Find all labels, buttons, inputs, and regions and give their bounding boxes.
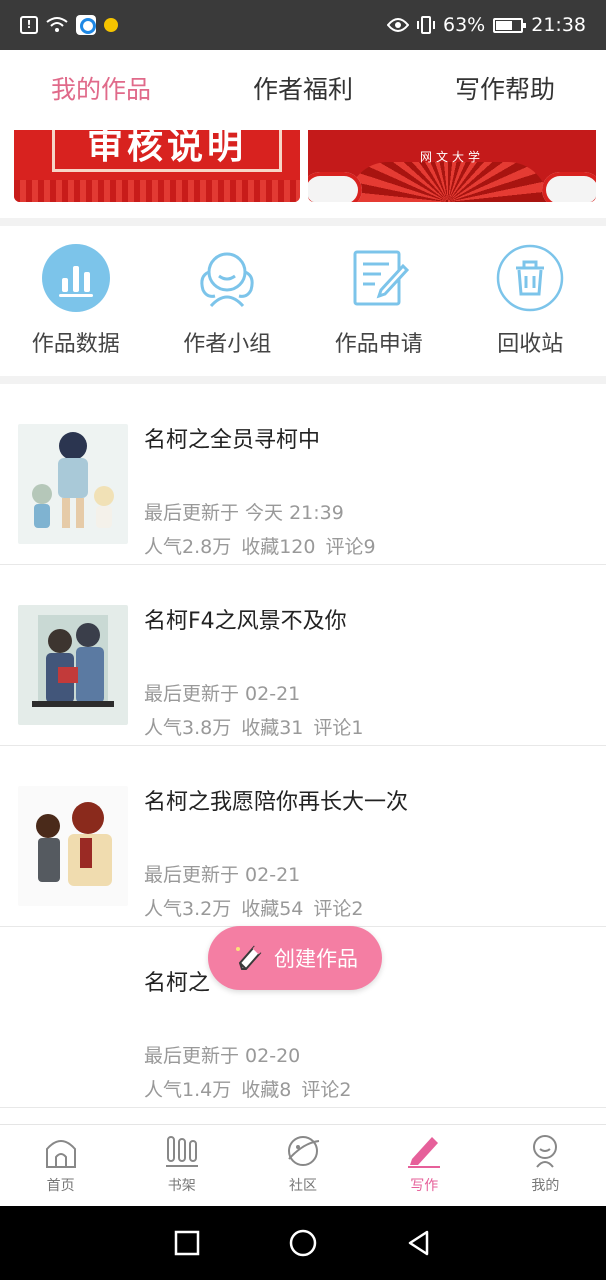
work-comments: 评论9 bbox=[325, 536, 376, 558]
work-popularity: 人气1.4万 bbox=[144, 1079, 232, 1101]
work-item[interactable]: 名柯F4之风景不及你 最后更新于 02-21 人气3.8万 收藏31 评论1 bbox=[0, 565, 606, 746]
bottom-nav: 首页 书架 社区 写作 我的 bbox=[0, 1124, 606, 1206]
work-stats: 人气3.8万 收藏31 评论1 bbox=[144, 713, 374, 740]
top-tabs: 我的作品 作者福利 写作帮助 bbox=[0, 50, 606, 130]
nav-label: 书架 bbox=[167, 1178, 196, 1194]
pen-icon bbox=[408, 1137, 441, 1168]
cloud-decoration bbox=[308, 172, 362, 202]
work-comments: 评论1 bbox=[313, 717, 364, 739]
system-navigation-bar bbox=[0, 1206, 606, 1280]
work-cover-image bbox=[18, 786, 128, 906]
nav-bookshelf[interactable]: 书架 bbox=[121, 1125, 242, 1206]
work-title: 名柯之全员寻柯中 bbox=[144, 428, 321, 453]
work-favorites: 收藏120 bbox=[241, 536, 316, 558]
work-updated: 最后更新于 今天 21:39 bbox=[144, 502, 344, 524]
edit-form-icon bbox=[353, 250, 409, 306]
works-list: 名柯之全员寻柯中 最后更新于 今天 21:39 人气2.8万 收藏120 评论9 名… bbox=[0, 384, 606, 1108]
work-updated: 最后更新于 02-21 bbox=[144, 683, 301, 705]
work-cover-image bbox=[18, 424, 128, 544]
work-stats: 人气1.4万 收藏8 评论2 bbox=[144, 1075, 361, 1102]
nav-writing[interactable]: 写作 bbox=[364, 1125, 485, 1206]
quick-action-label: 作品申请 bbox=[334, 332, 423, 357]
recents-button-icon[interactable] bbox=[173, 1229, 201, 1257]
create-work-label: 创建作品 bbox=[274, 947, 358, 971]
quick-action-label: 回收站 bbox=[497, 332, 564, 357]
banner-fan-decoration bbox=[348, 162, 548, 202]
work-popularity: 人气2.8万 bbox=[144, 536, 232, 558]
work-comments: 评论2 bbox=[301, 1079, 352, 1101]
work-item[interactable]: 名柯之我愿陪你再长大一次 最后更新于 02-21 人气3.2万 收藏54 评论2 bbox=[0, 746, 606, 927]
banner-review-notice[interactable]: 审核说明 bbox=[14, 130, 300, 202]
battery-percent: 63% bbox=[443, 14, 486, 36]
back-button-icon[interactable] bbox=[405, 1229, 433, 1257]
home-button-icon[interactable] bbox=[288, 1228, 318, 1258]
group-icon bbox=[200, 252, 254, 308]
home-icon bbox=[45, 1140, 76, 1168]
nav-label: 我的 bbox=[531, 1178, 560, 1194]
nav-profile[interactable]: 我的 bbox=[485, 1125, 606, 1206]
work-popularity: 人气3.8万 bbox=[144, 717, 232, 739]
quick-action-group[interactable]: 作者小组 bbox=[152, 226, 304, 376]
work-favorites: 收藏31 bbox=[241, 717, 304, 739]
quick-action-label: 作品数据 bbox=[31, 332, 120, 357]
work-title: 名柯之 bbox=[144, 971, 211, 996]
tab-writing-help[interactable]: 写作帮助 bbox=[404, 50, 606, 130]
work-cover-image bbox=[18, 605, 128, 725]
nav-label: 首页 bbox=[46, 1178, 75, 1194]
app-notification-icon bbox=[76, 15, 96, 35]
work-comments: 评论2 bbox=[313, 898, 364, 920]
work-favorites: 收藏54 bbox=[241, 898, 304, 920]
banner-title: 审核说明 bbox=[52, 130, 282, 172]
work-updated: 最后更新于 02-21 bbox=[144, 864, 301, 886]
divider bbox=[0, 218, 606, 226]
quick-action-recycle-bin[interactable]: 回收站 bbox=[455, 226, 606, 376]
cloud-decoration bbox=[542, 172, 596, 202]
bookshelf-icon bbox=[165, 1136, 198, 1167]
wifi-icon bbox=[46, 17, 68, 32]
quick-action-label: 作者小组 bbox=[183, 332, 272, 357]
tab-my-works[interactable]: 我的作品 bbox=[0, 50, 202, 130]
work-title: 名柯F4之风景不及你 bbox=[144, 609, 347, 634]
banner-stripes bbox=[14, 180, 300, 202]
work-popularity: 人气3.2万 bbox=[144, 898, 232, 920]
create-work-button[interactable]: 创建作品 bbox=[208, 926, 382, 990]
quick-actions: 作品数据 作者小组 作品申请 回收站 bbox=[0, 226, 606, 376]
nav-label: 社区 bbox=[289, 1178, 317, 1194]
profile-icon bbox=[533, 1135, 558, 1168]
planet-icon bbox=[288, 1136, 320, 1166]
battery-icon bbox=[493, 17, 527, 33]
work-item[interactable]: 名柯之全员寻柯中 最后更新于 今天 21:39 人气2.8万 收藏120 评论9 bbox=[0, 384, 606, 565]
alert-icon: ! bbox=[20, 16, 38, 34]
work-title: 名柯之我愿陪你再长大一次 bbox=[144, 790, 409, 815]
eye-icon bbox=[387, 18, 409, 32]
work-stats: 人气2.8万 收藏120 评论9 bbox=[144, 532, 386, 559]
clock: 21:38 bbox=[531, 14, 586, 36]
badge-icon bbox=[104, 18, 118, 32]
nav-community[interactable]: 社区 bbox=[242, 1125, 363, 1206]
banner-subtitle: 网文大学 bbox=[419, 150, 484, 164]
quick-action-apply[interactable]: 作品申请 bbox=[303, 226, 455, 376]
status-bar: ! 63% 21:38 bbox=[0, 0, 606, 50]
divider bbox=[0, 376, 606, 384]
work-favorites: 收藏8 bbox=[241, 1079, 292, 1101]
nav-home[interactable]: 首页 bbox=[0, 1125, 121, 1206]
banner-carousel[interactable]: 审核说明 网文大学 bbox=[0, 130, 606, 218]
chart-icon bbox=[41, 244, 110, 312]
trash-icon bbox=[497, 244, 564, 312]
vibrate-icon bbox=[417, 16, 435, 34]
nav-label: 写作 bbox=[410, 1178, 439, 1194]
banner-web-novel-university[interactable]: 网文大学 bbox=[308, 130, 596, 202]
tab-author-benefits[interactable]: 作者福利 bbox=[202, 50, 404, 130]
work-stats: 人气3.2万 收藏54 评论2 bbox=[144, 894, 374, 921]
quick-action-stats[interactable]: 作品数据 bbox=[0, 226, 152, 376]
work-updated: 最后更新于 02-20 bbox=[144, 1045, 301, 1067]
pencil-icon bbox=[236, 945, 262, 970]
